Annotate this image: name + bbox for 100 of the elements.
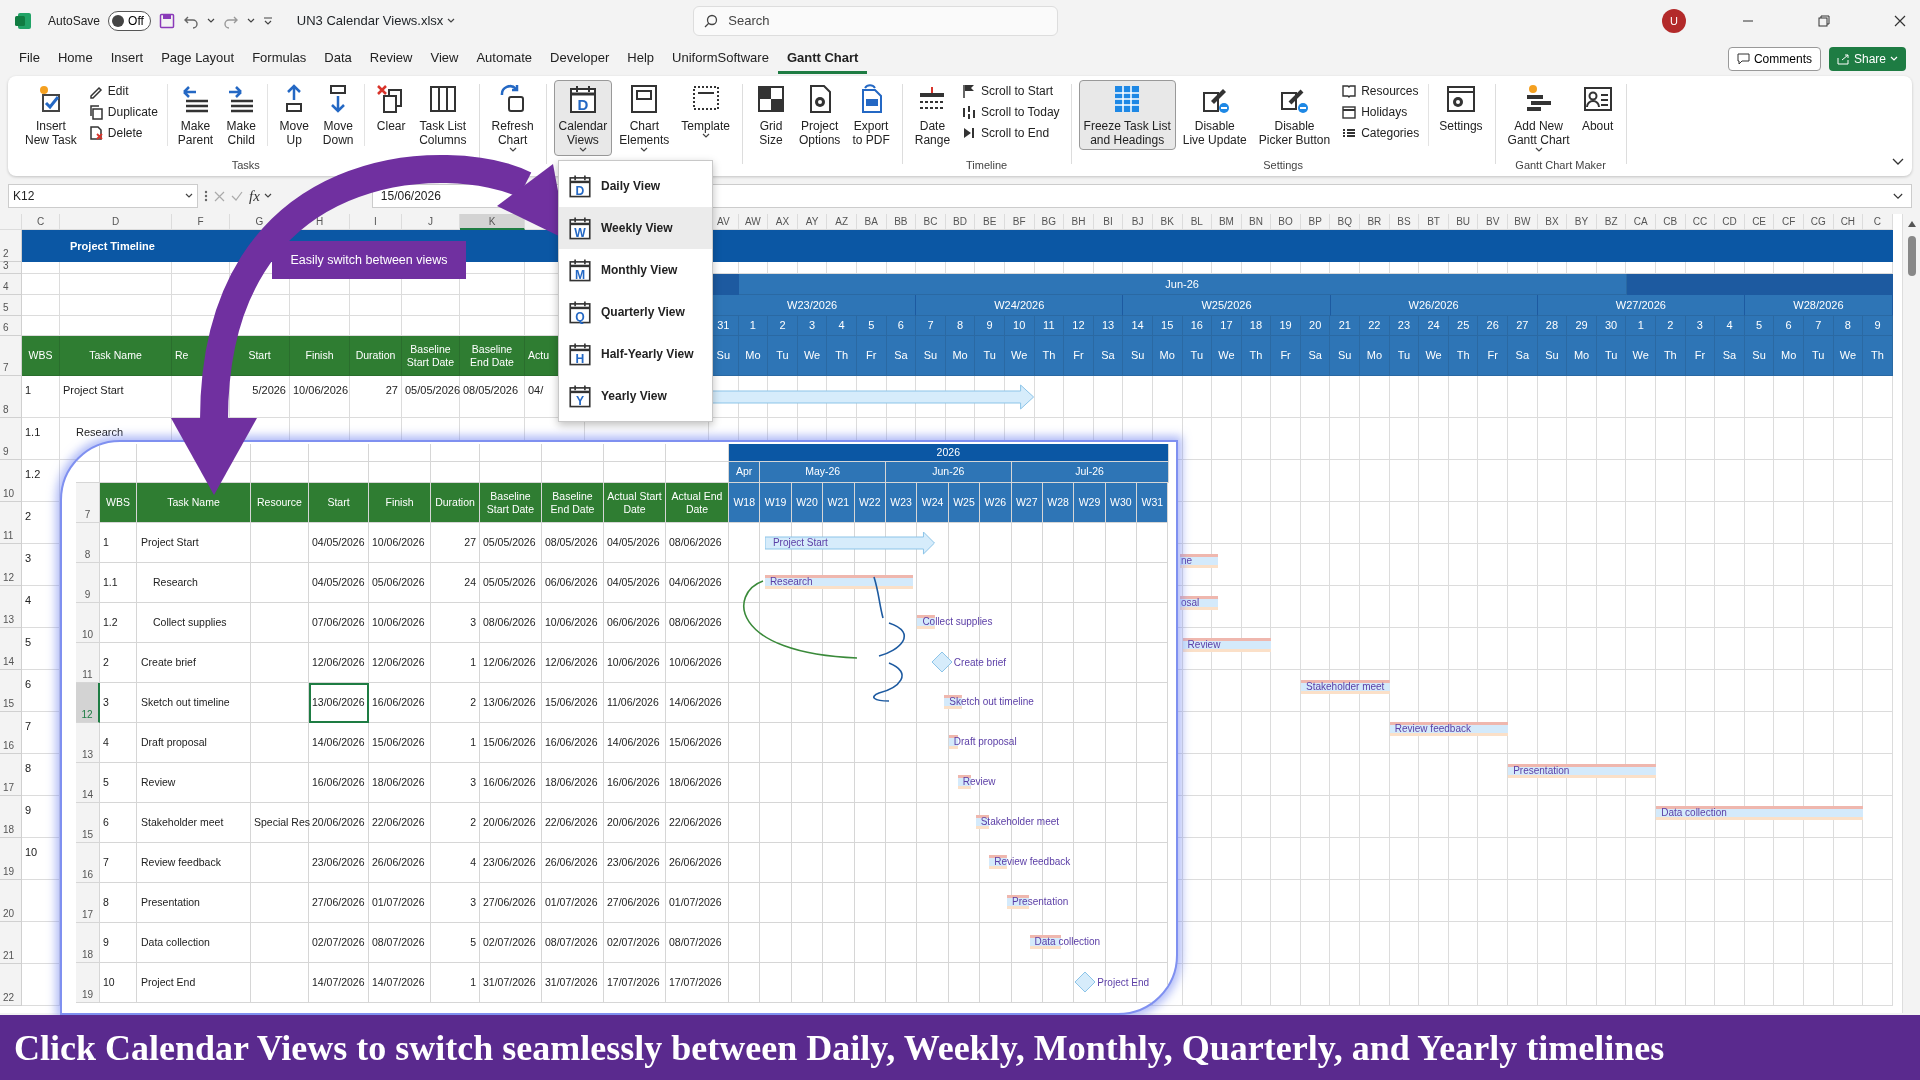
menu-item[interactable]: H Half-Yearly View bbox=[559, 333, 712, 375]
row-number[interactable]: 22 bbox=[0, 964, 22, 1006]
column-letter[interactable]: AX bbox=[775, 214, 790, 229]
column-letter[interactable]: BC bbox=[923, 214, 938, 229]
column-letter[interactable]: BJ bbox=[1131, 214, 1144, 229]
share-button[interactable]: Share bbox=[1828, 47, 1906, 71]
menu-tab[interactable]: Help bbox=[618, 43, 664, 75]
column-letter[interactable]: BF bbox=[1012, 214, 1026, 229]
row-number[interactable]: 6 bbox=[0, 316, 22, 336]
column-letter[interactable]: J bbox=[428, 214, 433, 229]
column-letter[interactable]: C bbox=[36, 214, 45, 229]
column-letter[interactable]: BE bbox=[982, 214, 997, 229]
ribbon-button[interactable]: Scroll to Today bbox=[957, 101, 1064, 122]
row-number[interactable]: 13 bbox=[0, 586, 22, 628]
column-letter[interactable]: AV bbox=[717, 214, 730, 229]
ribbon-button[interactable]: Chart Elements bbox=[614, 80, 675, 156]
column-letter[interactable]: BO bbox=[1278, 214, 1293, 229]
column-letter[interactable]: BX bbox=[1545, 214, 1559, 229]
ribbon-button[interactable]: Move Up bbox=[273, 80, 316, 150]
column-letter[interactable]: H bbox=[315, 214, 324, 229]
ribbon-button[interactable]: Categories bbox=[1337, 122, 1424, 143]
column-letter[interactable]: CH bbox=[1840, 214, 1856, 229]
column-letter[interactable]: BM bbox=[1218, 214, 1234, 229]
column-letter[interactable]: K bbox=[488, 214, 496, 229]
menu-tab[interactable]: File bbox=[10, 43, 49, 75]
column-letter[interactable]: BB bbox=[894, 214, 908, 229]
column-letter[interactable]: BR bbox=[1367, 214, 1382, 229]
menu-tab[interactable]: View bbox=[421, 43, 468, 75]
row-number[interactable]: 3 bbox=[0, 262, 22, 274]
column-letter[interactable]: I bbox=[374, 214, 377, 229]
column-letter[interactable]: BD bbox=[953, 214, 967, 229]
ribbon-button[interactable]: Export to PDF bbox=[847, 80, 895, 150]
ribbon-button[interactable]: Make Parent bbox=[172, 80, 219, 150]
row-number[interactable]: 21 bbox=[0, 922, 22, 964]
ribbon-button[interactable]: Move Down bbox=[317, 80, 360, 150]
column-letter[interactable]: AY bbox=[805, 214, 819, 229]
column-letter[interactable]: CF bbox=[1782, 214, 1796, 229]
ribbon-button[interactable]: Delete bbox=[83, 122, 162, 143]
row-number[interactable]: 9 bbox=[0, 418, 22, 460]
ribbon-button[interactable]: Add New Gantt Chart bbox=[1502, 80, 1575, 156]
column-letter[interactable]: BZ bbox=[1604, 214, 1618, 229]
toggle-switch[interactable]: Off bbox=[108, 11, 151, 31]
column-letter[interactable]: BH bbox=[1071, 214, 1086, 229]
column-letter[interactable]: BQ bbox=[1337, 214, 1352, 229]
row-number[interactable]: 10 bbox=[0, 460, 22, 502]
row-number[interactable]: 5 bbox=[0, 295, 22, 316]
column-letter[interactable]: AW bbox=[745, 214, 761, 229]
row-number[interactable]: 4 bbox=[0, 274, 22, 295]
menu-item[interactable]: Y Yearly View bbox=[559, 375, 712, 417]
column-letter[interactable]: CE bbox=[1752, 214, 1767, 229]
column-letter[interactable]: CA bbox=[1633, 214, 1648, 229]
ribbon-button[interactable]: Duplicate bbox=[83, 101, 162, 122]
column-letter[interactable]: F bbox=[197, 214, 204, 229]
column-letter[interactable]: AZ bbox=[835, 214, 849, 229]
ribbon-button[interactable]: Make Child bbox=[220, 80, 263, 150]
ribbon-button[interactable]: Refresh Chart bbox=[486, 80, 539, 156]
user-avatar[interactable]: U bbox=[1662, 9, 1686, 33]
ribbon-button[interactable]: Project Options bbox=[794, 80, 846, 150]
row-number[interactable]: 12 bbox=[0, 544, 22, 586]
ribbon-button[interactable]: Grid Size bbox=[750, 80, 792, 150]
row-number[interactable]: 18 bbox=[0, 796, 22, 838]
row-number[interactable]: 2 bbox=[0, 230, 22, 262]
menu-tab[interactable]: Home bbox=[48, 43, 102, 75]
column-letter[interactable]: BP bbox=[1308, 214, 1322, 229]
column-letter[interactable]: BI bbox=[1103, 214, 1113, 229]
column-letter[interactable]: BY bbox=[1574, 214, 1589, 229]
menu-tab[interactable]: Page Layout bbox=[152, 43, 244, 75]
menu-item[interactable]: Q Quarterly View bbox=[559, 291, 712, 333]
menu-tab[interactable]: Automate bbox=[467, 43, 542, 75]
row-number[interactable]: 15 bbox=[0, 670, 22, 712]
column-letter[interactable]: CB bbox=[1663, 214, 1678, 229]
column-letter[interactable]: BG bbox=[1041, 214, 1057, 229]
menu-item[interactable]: W Weekly View bbox=[559, 207, 712, 249]
ribbon-button[interactable]: Freeze Task List and Headings bbox=[1078, 80, 1176, 150]
ribbon-button[interactable]: Template bbox=[676, 80, 735, 142]
ribbon-button[interactable]: Disable Picker Button bbox=[1253, 80, 1336, 150]
ribbon-button[interactable]: Holidays bbox=[1337, 101, 1424, 122]
menu-tab[interactable]: UniformSoftware bbox=[663, 43, 778, 75]
row-number[interactable]: 8 bbox=[0, 376, 22, 418]
row-number[interactable]: 16 bbox=[0, 712, 22, 754]
column-letter[interactable]: BK bbox=[1160, 214, 1174, 229]
ribbon-button[interactable]: Task List Columns bbox=[414, 80, 472, 150]
search-box[interactable]: Search bbox=[693, 6, 1059, 36]
ribbon-button[interactable]: Disable Live Update bbox=[1177, 80, 1252, 150]
insert-function-button[interactable]: fx bbox=[249, 184, 272, 208]
column-letter[interactable]: BU bbox=[1456, 214, 1471, 229]
column-letter[interactable]: G bbox=[255, 214, 264, 229]
column-letter[interactable]: BS bbox=[1397, 214, 1411, 229]
ribbon-button[interactable]: Edit bbox=[83, 80, 162, 101]
row-number[interactable]: 14 bbox=[0, 628, 22, 670]
row-number[interactable]: 11 bbox=[0, 502, 22, 544]
column-letter[interactable]: BV bbox=[1486, 214, 1500, 229]
column-letter[interactable]: C bbox=[1873, 214, 1882, 229]
column-letter[interactable]: BN bbox=[1249, 214, 1263, 229]
column-letter[interactable]: BW bbox=[1514, 214, 1531, 229]
ribbon-button[interactable]: D Calendar Views bbox=[553, 80, 613, 156]
ribbon-button[interactable]: Scroll to Start bbox=[957, 80, 1064, 101]
comments-button[interactable]: Comments bbox=[1727, 47, 1821, 71]
column-letter[interactable]: CD bbox=[1722, 214, 1737, 229]
menu-tab[interactable]: Developer bbox=[541, 43, 619, 75]
